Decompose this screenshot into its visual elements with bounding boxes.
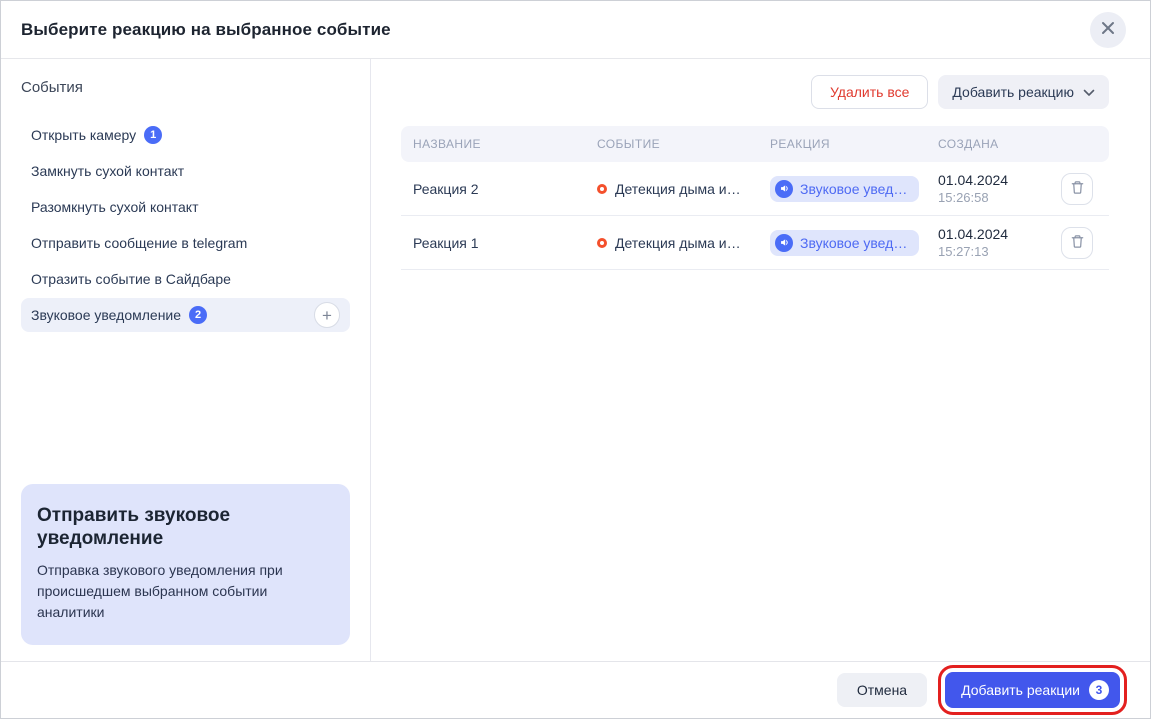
created-cell: 01.04.2024 15:26:58 [938, 172, 1061, 205]
plus-icon: + [322, 307, 332, 324]
reaction-pill: Звуковое увед… [770, 230, 919, 256]
reaction-name-cell: Реакция 1 [413, 235, 597, 251]
event-type-item[interactable]: Разомкнуть сухой контакт [21, 190, 350, 224]
reaction-label: Звуковое увед… [800, 235, 907, 251]
event-type-list: Открыть камеру 1 Замкнуть сухой контакт … [21, 118, 350, 334]
submit-button-label: Добавить реакции [961, 682, 1080, 698]
event-ring-icon [597, 184, 607, 194]
event-cell: Детекция дыма и… [597, 235, 770, 251]
add-reaction-plus-button[interactable]: + [314, 302, 340, 328]
created-time: 15:26:58 [938, 190, 1061, 205]
add-reactions-submit-button[interactable]: Добавить реакции 3 [945, 672, 1120, 708]
event-name: Детекция дыма и… [615, 235, 741, 251]
add-reaction-dropdown[interactable]: Добавить реакцию [938, 75, 1109, 109]
event-type-item[interactable]: Отразить событие в Сайдбаре [21, 262, 350, 296]
add-reaction-dropdown-label: Добавить реакцию [952, 84, 1074, 100]
delete-row-button[interactable] [1061, 227, 1093, 259]
dialog-title: Выберите реакцию на выбранное событие [21, 20, 391, 40]
reaction-cell: Звуковое увед… [770, 176, 938, 202]
reaction-table-row: Реакция 1 Детекция дыма и… Звуковое увед… [401, 216, 1109, 270]
reaction-label: Звуковое увед… [800, 181, 907, 197]
column-header-name: НАЗВАНИЕ [413, 137, 597, 151]
event-type-label: Замкнуть сухой контакт [31, 163, 184, 179]
dialog-body: События Открыть камеру 1 Замкнуть сухой … [1, 59, 1150, 661]
created-date: 01.04.2024 [938, 172, 1061, 188]
event-type-label: Разомкнуть сухой контакт [31, 199, 199, 215]
reaction-cell: Звуковое увед… [770, 230, 938, 256]
event-type-item[interactable]: Звуковое уведомление 2 + [21, 298, 350, 332]
trash-icon [1070, 180, 1085, 198]
column-header-reaction: РЕАКЦИЯ [770, 137, 938, 151]
speaker-icon [775, 234, 793, 252]
event-type-label: Открыть камеру [31, 127, 136, 143]
speaker-icon [775, 180, 793, 198]
info-card: Отправить звуковое уведомление Отправка … [21, 484, 350, 645]
sidebar-heading: События [21, 79, 350, 96]
delete-all-button[interactable]: Удалить все [811, 75, 928, 109]
row-actions-cell [1061, 173, 1109, 205]
cancel-button[interactable]: Отмена [837, 673, 927, 707]
dialog-footer: Отмена Добавить реакции 3 [1, 661, 1150, 718]
event-type-item[interactable]: Замкнуть сухой контакт [21, 154, 350, 188]
event-type-item[interactable]: Открыть камеру 1 [21, 118, 350, 152]
event-cell: Детекция дыма и… [597, 181, 770, 197]
info-card-description: Отправка звукового уведомления при проис… [37, 560, 334, 623]
event-type-label: Отправить сообщение в telegram [31, 235, 247, 251]
info-card-title: Отправить звуковое уведомление [37, 504, 334, 550]
table-header: НАЗВАНИЕ СОБЫТИЕ РЕАКЦИЯ СОЗДАНА [401, 126, 1109, 162]
dialog-header: Выберите реакцию на выбранное событие [1, 1, 1150, 59]
row-actions-cell [1061, 227, 1109, 259]
event-type-label: Отразить событие в Сайдбаре [31, 271, 231, 287]
event-ring-icon [597, 238, 607, 248]
delete-row-button[interactable] [1061, 173, 1093, 205]
created-time: 15:27:13 [938, 244, 1061, 259]
created-cell: 01.04.2024 15:27:13 [938, 226, 1061, 259]
reaction-name-cell: Реакция 2 [413, 181, 597, 197]
event-type-label: Звуковое уведомление [31, 307, 181, 323]
column-header-created: СОЗДАНА [938, 137, 1061, 151]
table-body: Реакция 2 Детекция дыма и… Звуковое увед… [401, 162, 1109, 270]
actions-toolbar: Удалить все Добавить реакцию [401, 75, 1109, 109]
event-type-item[interactable]: Отправить сообщение в telegram [21, 226, 350, 260]
events-sidebar: События Открыть камеру 1 Замкнуть сухой … [1, 59, 371, 661]
chevron-down-icon [1083, 84, 1095, 100]
trash-icon [1070, 234, 1085, 252]
created-date: 01.04.2024 [938, 226, 1061, 242]
event-name: Детекция дыма и… [615, 181, 741, 197]
column-header-event: СОБЫТИЕ [597, 137, 770, 151]
reaction-table-row: Реакция 2 Детекция дыма и… Звуковое увед… [401, 162, 1109, 216]
reaction-pill: Звуковое увед… [770, 176, 919, 202]
close-icon [1101, 21, 1115, 38]
close-button[interactable] [1090, 12, 1126, 48]
count-badge: 2 [189, 306, 207, 324]
reaction-dialog: Выберите реакцию на выбранное событие Со… [0, 0, 1151, 719]
count-badge: 1 [144, 126, 162, 144]
reactions-panel: Удалить все Добавить реакцию НАЗВАНИЕ СО… [371, 59, 1150, 661]
submit-count-badge: 3 [1089, 680, 1109, 700]
sidebar-spacer [21, 334, 350, 484]
